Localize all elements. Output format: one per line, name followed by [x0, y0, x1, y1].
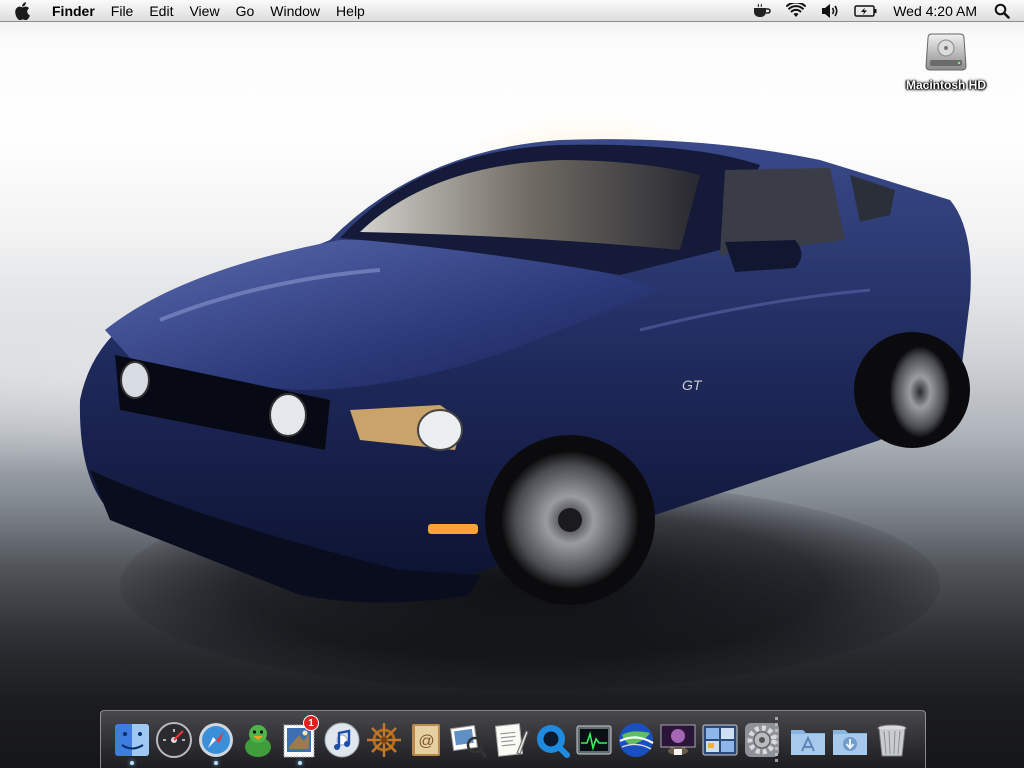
menu-bar-clock[interactable]: Wed 4:20 AM — [893, 3, 977, 19]
safari-icon — [199, 723, 233, 757]
spotlight-search-icon[interactable] — [994, 0, 1010, 22]
dock-item-front-row[interactable] — [659, 721, 697, 759]
dock-separator[interactable] — [775, 717, 778, 763]
dock-item-trash[interactable] — [873, 721, 911, 759]
menu-bar: Finder File Edit View Go Window Help Wed… — [0, 0, 1024, 22]
unread-badge: 1 — [303, 715, 319, 731]
menu-go[interactable]: Go — [228, 0, 263, 22]
coffee-cup-icon[interactable] — [752, 0, 772, 22]
front-row-icon — [660, 724, 696, 755]
menu-app-name[interactable]: Finder — [42, 0, 103, 22]
car-illustration: GT — [79, 139, 971, 605]
dock-item-dashboard[interactable] — [155, 721, 193, 759]
volume-icon[interactable] — [820, 0, 840, 22]
preview-icon — [450, 724, 487, 758]
activity-monitor-icon — [576, 725, 612, 755]
dock-item-mail[interactable]: 1 — [281, 715, 319, 759]
textedit-icon — [494, 723, 529, 757]
dock-item-address-book[interactable]: @ — [407, 721, 445, 759]
dock-item-adium[interactable] — [239, 721, 277, 759]
dock-item-textedit[interactable] — [491, 721, 529, 759]
dock-item-spaces[interactable] — [701, 721, 739, 759]
dock-item-finder[interactable] — [113, 721, 151, 759]
spaces-icon — [702, 724, 738, 756]
dock-item-applications[interactable] — [789, 721, 827, 759]
menu-help[interactable]: Help — [328, 0, 373, 22]
menu-edit[interactable]: Edit — [141, 0, 181, 22]
desktop-icon-macintosh-hd[interactable]: Macintosh HD — [896, 30, 996, 92]
hard-drive-icon — [922, 30, 970, 76]
dock-item-downloads[interactable] — [831, 721, 869, 759]
dock-item-quicktime[interactable] — [533, 721, 571, 759]
running-indicator — [214, 761, 218, 765]
trash-icon — [877, 724, 907, 757]
desktop-wallpaper: GT — [0, 0, 1024, 768]
dock-item-itunes[interactable] — [323, 721, 361, 759]
status-area: Wed 4:20 AM — [745, 0, 1024, 22]
svg-text:@: @ — [418, 733, 434, 750]
menu-window[interactable]: Window — [262, 0, 328, 22]
ship-wheel-icon — [367, 723, 401, 757]
quicktime-icon — [537, 725, 570, 758]
menu-view[interactable]: View — [181, 0, 227, 22]
dashboard-icon — [156, 722, 192, 758]
downloads-folder-icon — [833, 730, 867, 755]
dock-item-safari[interactable] — [197, 721, 235, 759]
dock-item-preview[interactable] — [449, 721, 487, 759]
menu-file[interactable]: File — [103, 0, 142, 22]
running-indicator — [130, 761, 134, 765]
applications-folder-icon — [791, 730, 825, 755]
google-earth-icon — [619, 723, 654, 757]
finder-icon — [115, 724, 149, 756]
dock: 1 @ — [100, 710, 926, 768]
dock-item-google-earth[interactable] — [617, 721, 655, 759]
itunes-icon — [324, 722, 360, 758]
running-indicator — [298, 761, 302, 765]
dock-item-activity-monitor[interactable] — [575, 721, 613, 759]
battery-icon[interactable] — [854, 0, 878, 22]
desktop-icon-label: Macintosh HD — [905, 78, 986, 92]
address-book-icon: @ — [412, 724, 440, 756]
wifi-icon[interactable] — [786, 0, 807, 22]
svg-text:GT: GT — [682, 377, 703, 393]
apple-menu-icon[interactable] — [14, 1, 42, 20]
adium-duck-icon — [245, 725, 271, 757]
dock-item-helm[interactable] — [365, 721, 403, 759]
